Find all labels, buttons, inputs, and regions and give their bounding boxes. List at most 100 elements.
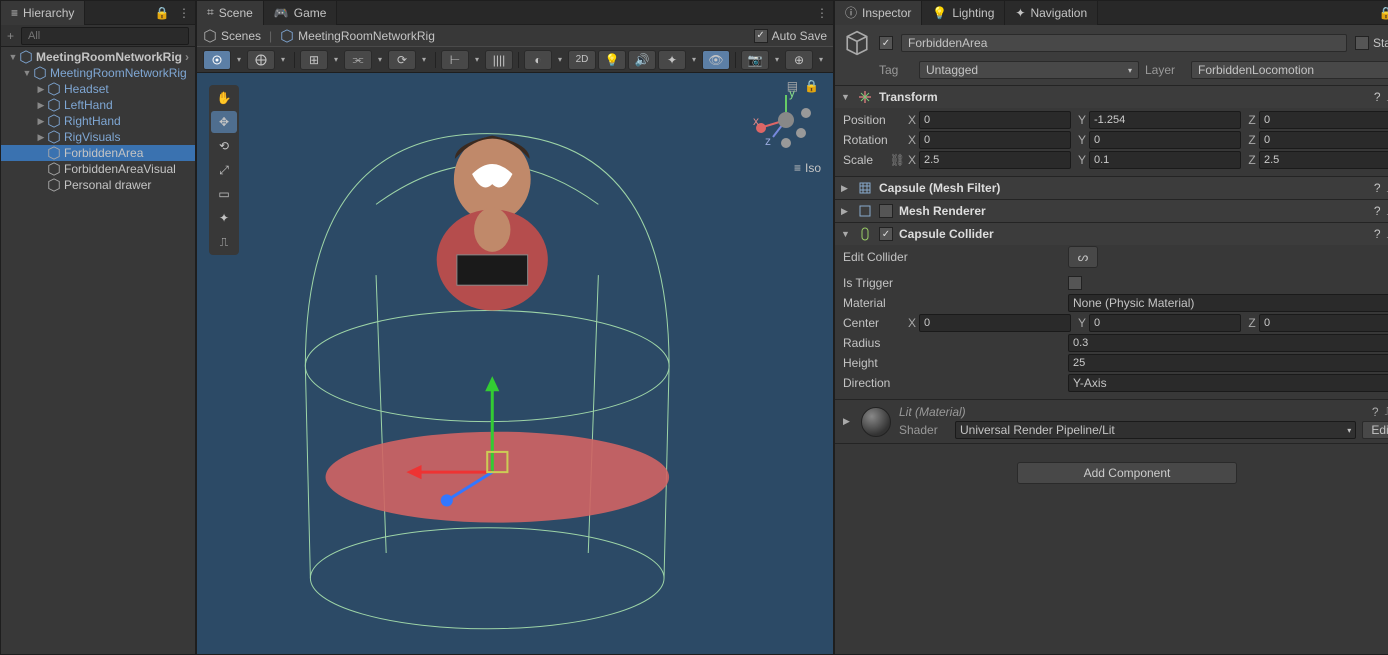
hierarchy-search-input[interactable] (21, 27, 189, 45)
shader-label: Shader (899, 423, 949, 437)
hand-tool[interactable]: ✋ (211, 87, 237, 109)
plus-icon[interactable]: + (7, 29, 21, 43)
chevron-right-icon[interactable]: › (185, 50, 189, 64)
rotation-z[interactable] (1259, 131, 1388, 149)
hierarchy-item[interactable]: ▶LeftHand (1, 97, 195, 113)
hierarchy-item[interactable]: ▼MeetingRoomNetworkRig (1, 65, 195, 81)
snap2-button[interactable]: |||| (485, 50, 513, 70)
tab-game[interactable]: 🎮 Game (264, 1, 338, 25)
visibility-button[interactable]: 👁 (702, 50, 730, 70)
gameobject-icon[interactable] (843, 29, 871, 57)
position-x[interactable] (919, 111, 1071, 129)
gameobject-name-input[interactable]: ForbiddenArea (901, 34, 1347, 52)
scale-y[interactable] (1089, 151, 1241, 169)
hierarchy-panel: ≡ Hierarchy 🔒 ⋮ + ▼ MeetingRoomNetworkRi… (0, 0, 196, 655)
hierarchy-tab[interactable]: ≡ Hierarchy (1, 1, 85, 25)
tag-dropdown[interactable]: Untagged▾ (919, 61, 1139, 79)
gameobject-icon (47, 178, 61, 192)
shaded-button[interactable]: ◐ (524, 50, 552, 70)
camera-button[interactable]: 📷 (741, 50, 769, 70)
layer-dropdown[interactable]: ForbiddenLocomotion▾ (1191, 61, 1388, 79)
material-fold[interactable]: ▶ (843, 416, 853, 427)
iso-toggle[interactable]: ≡Iso (794, 161, 821, 175)
custom-tool[interactable]: ⎍ (211, 231, 237, 253)
move-tool[interactable]: ✥ (211, 111, 237, 133)
audio-button[interactable]: 🔊 (628, 50, 656, 70)
capsule-enable[interactable] (879, 227, 893, 241)
increment-button[interactable]: ⟳ (388, 50, 416, 70)
hierarchy-icon: ≡ (11, 6, 18, 20)
scene-viewport[interactable]: ✋ ✥ ⟲ ⤢ ▭ ✦ ⎍ (197, 73, 833, 654)
rotate-tool[interactable]: ⟲ (211, 135, 237, 157)
meshrenderer-fold[interactable]: ▶ (841, 206, 851, 217)
hierarchy-item[interactable]: ForbiddenAreaVisual (1, 161, 195, 177)
position-z[interactable] (1259, 111, 1388, 129)
lock-icon[interactable]: 🔒 (153, 4, 171, 22)
static-checkbox[interactable] (1355, 36, 1369, 50)
istrigger-checkbox[interactable] (1068, 276, 1082, 290)
edit-collider-button[interactable]: ᔕ (1068, 246, 1098, 268)
hierarchy-item[interactable]: ▶Headset (1, 81, 195, 97)
meshfilter-fold[interactable]: ▶ (841, 183, 851, 194)
physic-material-field[interactable]: None (Physic Material) (1068, 294, 1388, 312)
fx-button[interactable]: ✦ (658, 50, 686, 70)
layers-icon[interactable]: ▤ (787, 79, 798, 93)
center-x[interactable] (919, 314, 1071, 332)
rotation-x[interactable] (919, 131, 1071, 149)
orientation-gizmo[interactable]: y x z (751, 85, 821, 155)
hierarchy-item[interactable]: ▶RightHand (1, 113, 195, 129)
global-button[interactable] (247, 50, 275, 70)
height-input[interactable] (1068, 354, 1388, 372)
scene-menu-icon[interactable]: ⋮ (813, 4, 831, 22)
rect-tool[interactable]: ▭ (211, 183, 237, 205)
center-y[interactable] (1089, 314, 1241, 332)
hierarchy-item[interactable]: Personal drawer (1, 177, 195, 193)
tab-inspector[interactable]: ⓘ Inspector (835, 1, 922, 25)
hierarchy-item[interactable]: ▶RigVisuals (1, 129, 195, 145)
scale-tool[interactable]: ⤢ (211, 159, 237, 181)
tab-navigation[interactable]: ✦ Navigation (1005, 1, 1098, 25)
transform-icon (857, 89, 873, 105)
snap-button[interactable]: ⫘ (344, 50, 372, 70)
scale-z[interactable] (1259, 151, 1388, 169)
direction-dropdown[interactable]: Y-Axis▾ (1068, 374, 1388, 392)
radius-input[interactable] (1068, 334, 1388, 352)
grid-button[interactable]: ⊞ (300, 50, 328, 70)
ruler-button[interactable]: ⊢ (441, 50, 469, 70)
editcollider-label: Edit Collider (843, 250, 1068, 264)
meshrenderer-title: Mesh Renderer (899, 204, 1368, 218)
lock-view-icon[interactable]: 🔒 (804, 79, 819, 93)
capsule-fold[interactable]: ▼ (841, 229, 851, 239)
gameobject-icon (47, 162, 61, 176)
shader-dropdown[interactable]: Universal Render Pipeline/Lit▾ (955, 421, 1356, 439)
pivot-button[interactable] (203, 50, 231, 70)
gizmos-button[interactable]: ⊕ (785, 50, 813, 70)
radius-label: Radius (843, 336, 1068, 350)
transform-tool[interactable]: ✦ (211, 207, 237, 229)
material-preview[interactable] (861, 407, 891, 437)
center-z[interactable] (1259, 314, 1388, 332)
position-y[interactable] (1089, 111, 1241, 129)
menu-icon[interactable]: ⋮ (175, 4, 193, 22)
tab-lighting[interactable]: 💡 Lighting (922, 1, 1005, 25)
2d-button[interactable]: 2D (568, 50, 596, 70)
scale-link-icon[interactable]: ⛓ (890, 153, 905, 167)
hierarchy-item[interactable]: ForbiddenArea (1, 145, 195, 161)
scene-row[interactable]: ▼ MeetingRoomNetworkRig › (1, 49, 195, 65)
lighting-button[interactable]: 💡 (598, 50, 626, 70)
meshrenderer-enable[interactable] (879, 204, 893, 218)
gameobject-active-checkbox[interactable] (879, 36, 893, 50)
add-component-button[interactable]: Add Component (1017, 462, 1237, 484)
meshfilter-title: Capsule (Mesh Filter) (879, 181, 1368, 195)
tab-scene[interactable]: ⌗ Scene (197, 1, 264, 25)
tag-label: Tag (879, 63, 913, 77)
scale-x[interactable] (919, 151, 1071, 169)
scene-panel: ⌗ Scene 🎮 Game ⋮ Scenes | MeetingRoomNet… (196, 0, 834, 655)
help-icon[interactable]: ? (1374, 90, 1381, 105)
transform-fold[interactable]: ▼ (841, 92, 851, 102)
inspector-lock-icon[interactable]: 🔒 (1377, 4, 1388, 22)
rotation-y[interactable] (1089, 131, 1241, 149)
scene-tab-icon: ⌗ (207, 5, 214, 20)
autosave-checkbox[interactable] (754, 29, 768, 43)
shader-edit-button[interactable]: Edit... (1362, 421, 1388, 439)
